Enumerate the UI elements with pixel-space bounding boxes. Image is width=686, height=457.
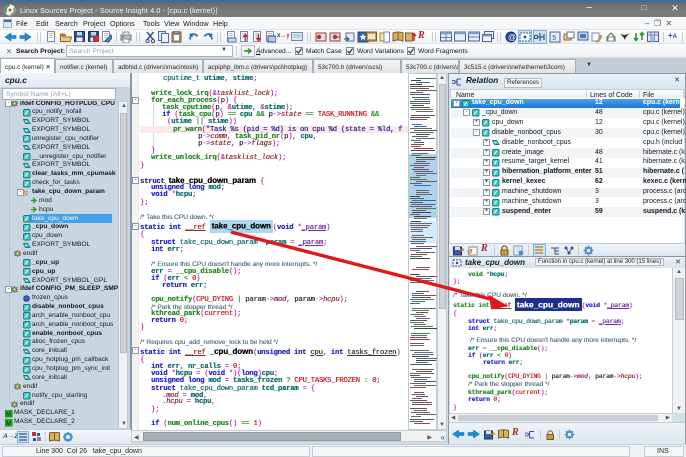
svg-text:↺: ↺: [467, 249, 473, 256]
svg-text:@: @: [508, 33, 516, 42]
svg-text:M: M: [6, 421, 11, 427]
svg-text:S: S: [24, 190, 29, 197]
svg-text:5: 5: [552, 35, 556, 42]
svg-text:M: M: [6, 412, 11, 418]
